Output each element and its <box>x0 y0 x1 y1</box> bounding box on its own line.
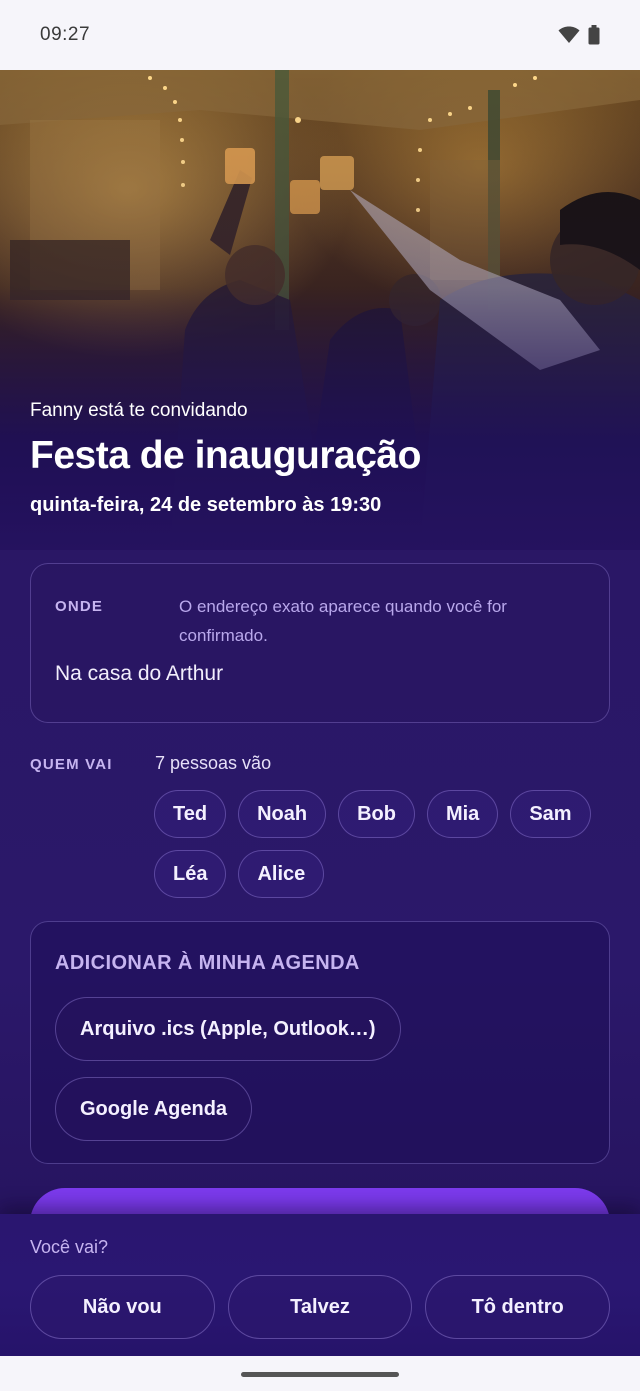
rsvp-options: Não vou Talvez Tô dentro <box>30 1275 611 1339</box>
rsvp-yes-button[interactable]: Tô dentro <box>425 1275 611 1339</box>
ics-file-button[interactable]: Arquivo .ics (Apple, Outlook…) <box>55 997 401 1061</box>
guest-chips: Ted Noah Bob Mia Sam Léa Alice <box>154 790 614 898</box>
hero-image: Fanny está te convidando Festa de inaugu… <box>0 70 640 550</box>
rsvp-question: Você vai? <box>30 1237 109 1257</box>
guest-chip[interactable]: Alice <box>238 850 325 898</box>
rsvp-maybe-button[interactable]: Talvez <box>227 1275 413 1339</box>
inviter-text: Fanny está te convidando <box>30 400 248 421</box>
location-card: ONDE O endereço exato aparece quando voc… <box>30 563 610 723</box>
event-title: Festa de inauguração <box>30 434 421 477</box>
event-screen: Fanny está te convidando Festa de inaugu… <box>0 70 640 1356</box>
guest-chip[interactable]: Ted <box>154 790 227 838</box>
navigation-bar <box>0 1356 640 1391</box>
guests-label: QUEM VAI <box>30 756 113 773</box>
guest-chip[interactable]: Noah <box>238 790 327 838</box>
status-icons <box>558 25 600 45</box>
guest-chip[interactable]: Léa <box>154 850 227 898</box>
rsvp-no-button[interactable]: Não vou <box>30 1275 215 1339</box>
location-note: O endereço exato aparece quando você for… <box>179 597 507 645</box>
guests-count: 7 pessoas vão <box>155 753 272 773</box>
google-calendar-button[interactable]: Google Agenda <box>55 1077 253 1141</box>
guest-chip[interactable]: Sam <box>510 790 591 838</box>
status-time: 09:27 <box>40 24 91 45</box>
location-label: ONDE <box>55 598 104 615</box>
guest-chip[interactable]: Bob <box>338 790 415 838</box>
location-place: Na casa do Arthur <box>55 662 224 685</box>
battery-icon <box>588 25 600 45</box>
guest-chip[interactable]: Mia <box>426 790 499 838</box>
wifi-icon <box>558 26 580 43</box>
event-datetime: quinta-feira, 24 de setembro às 19:30 <box>30 494 382 516</box>
add-to-calendar-card: ADICIONAR À MINHA AGENDA Arquivo .ics (A… <box>30 921 610 1164</box>
home-indicator[interactable] <box>241 1372 399 1377</box>
hero-text: Fanny está te convidando Festa de inaugu… <box>30 400 421 517</box>
rsvp-panel: Você vai? Não vou Talvez Tô dentro <box>0 1214 640 1356</box>
add-to-calendar-title: ADICIONAR À MINHA AGENDA <box>55 952 360 974</box>
status-bar: 09:27 <box>0 0 640 70</box>
